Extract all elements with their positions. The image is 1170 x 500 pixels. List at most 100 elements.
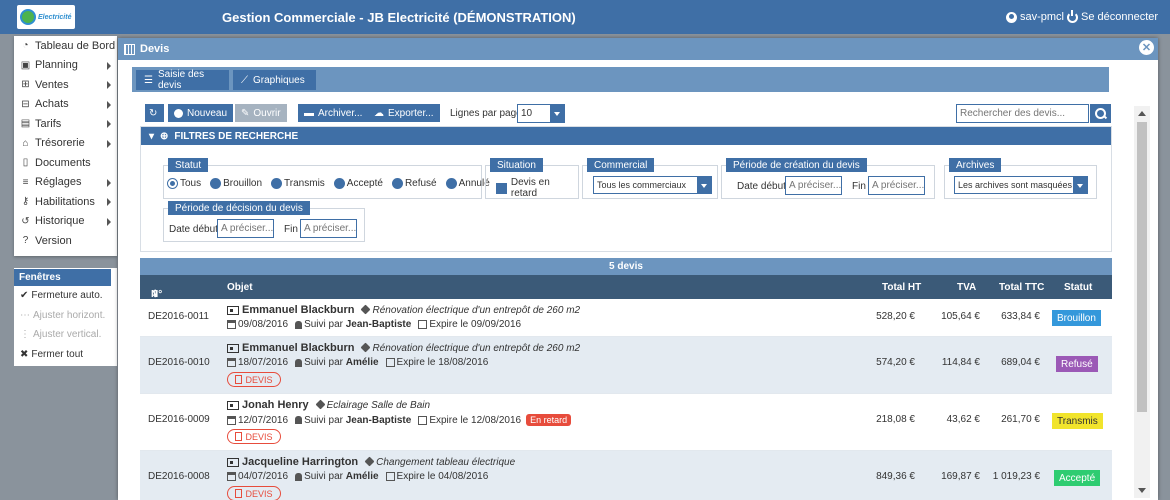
- refresh-icon: ↻: [149, 107, 158, 119]
- suivi-name: Amélie: [345, 471, 379, 482]
- radio-tous[interactable]: [167, 178, 178, 189]
- search-filters: ▾ ⊕ FILTRES DE RECHERCHE Statut Tous Bro…: [140, 126, 1112, 252]
- table-row[interactable]: DE2016-0010 Emmanuel Blackburn Rénovation…: [140, 337, 1112, 394]
- tab-saisie-des-devis[interactable]: ☰ Saisie des devis: [136, 69, 229, 91]
- search-button[interactable]: [1090, 104, 1111, 123]
- scroll-down-arrow-icon[interactable]: [1138, 488, 1146, 493]
- row-tva: 114,84 €: [941, 357, 980, 368]
- archiver-button[interactable]: ▬ Archiver...: [298, 104, 369, 122]
- sidebar-item-planning[interactable]: ▣ Planning: [14, 56, 117, 76]
- close-window-button[interactable]: ✕: [1139, 40, 1154, 55]
- scroll-thumb[interactable]: [1137, 122, 1147, 412]
- sidebar-item-tableau-de-bord[interactable]: ◔ Tableau de Bord: [14, 36, 117, 56]
- suivi-name: Jean-Baptiste: [345, 319, 412, 330]
- row-total-ht: 218,08 €: [876, 414, 915, 425]
- filter-situation: Situation Devis en retard: [485, 158, 579, 199]
- windows-tile-horizontal[interactable]: ⋯ Ajuster horizont.: [14, 306, 117, 326]
- filter-commercial: Commercial Tous les commerciaux: [582, 158, 718, 199]
- vertical-scrollbar[interactable]: [1134, 106, 1150, 498]
- sidebar-item-version[interactable]: ? Version: [14, 231, 117, 251]
- filters-header[interactable]: ▾ ⊕ FILTRES DE RECHERCHE: [141, 127, 1111, 145]
- line-chart-icon: ⟋: [241, 74, 248, 86]
- calendar-icon: [418, 415, 428, 425]
- window-title-bar[interactable]: Devis: [118, 38, 1158, 60]
- row-total-ttc: 1 019,23 €: [992, 471, 1040, 482]
- question-icon: ?: [22, 235, 29, 247]
- creation-end-input[interactable]: [868, 176, 925, 195]
- calendar-icon: [418, 320, 428, 329]
- ouvrir-button[interactable]: ✎ Ouvrir: [235, 104, 287, 122]
- suivi-label: Suivi par: [304, 319, 343, 330]
- radio-refuse[interactable]: [391, 178, 403, 189]
- creation-start-input[interactable]: [785, 176, 842, 195]
- radio-transmis[interactable]: [271, 178, 283, 189]
- refresh-button[interactable]: ↻: [145, 104, 164, 122]
- sidebar-item-documents[interactable]: ▯ Documents: [14, 153, 117, 173]
- decision-start-input[interactable]: [217, 219, 274, 238]
- windows-close-all[interactable]: ✖ Fermer tout: [14, 345, 117, 365]
- filters-title: FILTRES DE RECHERCHE: [174, 130, 299, 142]
- calendar-icon: [227, 472, 236, 481]
- suivi-label: Suivi par: [304, 471, 343, 482]
- sidebar-item-label: Ventes: [35, 78, 69, 91]
- sidebar-item-label: Documents: [35, 156, 91, 169]
- user-icon: [1006, 11, 1017, 23]
- windows-auto-close[interactable]: ✔ Fermeture auto.: [14, 286, 117, 306]
- nouveau-button[interactable]: Nouveau: [168, 104, 234, 122]
- table-row[interactable]: DE2016-0008 Jacqueline Harrington Changem…: [140, 451, 1112, 500]
- row-meta: 12/07/2016 Suivi par Jean-Baptiste Expire …: [227, 414, 572, 426]
- app-title: Gestion Commerciale - JB Electricité (DÉ…: [222, 10, 576, 25]
- commercial-select[interactable]: Tous les commerciaux: [593, 176, 712, 194]
- row-subject: Eclairage Salle de Bain: [315, 399, 430, 411]
- devis-pdf-button[interactable]: DEVIS: [227, 486, 281, 500]
- table-row[interactable]: DE2016-0009 Jonah Henry Eclairage Salle d…: [140, 394, 1112, 451]
- tag-icon: [364, 456, 375, 466]
- sidebar-item-label: Achats: [35, 98, 69, 111]
- devis-pdf-button[interactable]: DEVIS: [227, 429, 281, 444]
- sidebar-item-tresorerie[interactable]: ⌂ Trésorerie: [14, 134, 117, 154]
- logout-button[interactable]: Se déconnecter: [1067, 9, 1158, 23]
- windows-tile-vertical[interactable]: ⋮ Ajuster vertical.: [14, 325, 117, 345]
- app-logo[interactable]: Electricité: [17, 5, 75, 29]
- filter-creation-period: Période de création du devis Date début …: [721, 158, 935, 199]
- radio-brouillon[interactable]: [210, 178, 222, 189]
- lines-per-page-select[interactable]: 10: [517, 104, 565, 123]
- header-statut: Statut: [1064, 282, 1093, 293]
- row-expire: Expire le 09/09/2016: [429, 319, 522, 330]
- user-menu[interactable]: sav-pmcl: [1006, 11, 1064, 23]
- sidebar-item-tarifs[interactable]: ▤ Tarifs: [14, 114, 117, 134]
- id-card-icon: [227, 305, 239, 315]
- radio-annule[interactable]: [445, 178, 457, 189]
- chevron-right-icon: [107, 61, 111, 70]
- sidebar-item-historique[interactable]: ↺ Historique: [14, 212, 117, 232]
- sidebar-item-habilitations[interactable]: ⚷ Habilitations: [14, 192, 117, 212]
- commercial-value: Tous les commerciaux: [597, 180, 687, 190]
- chevron-right-icon: [107, 198, 111, 206]
- late-quotes-checkbox[interactable]: Devis en retard: [496, 177, 578, 199]
- client-name: Emmanuel Blackburn: [242, 304, 355, 316]
- search-input[interactable]: [956, 104, 1089, 123]
- row-client: Jonah Henry Eclairage Salle de Bain: [227, 399, 430, 411]
- exporter-button[interactable]: ☁ Exporter...: [368, 104, 440, 122]
- windows-item-label: Ajuster horizont.: [33, 309, 106, 321]
- pdf-icon: [235, 375, 243, 384]
- decision-end-label: Fin: [284, 224, 298, 235]
- scroll-up-arrow-icon[interactable]: [1138, 111, 1146, 116]
- row-date: 12/07/2016: [238, 414, 289, 426]
- decision-end-input[interactable]: [300, 219, 357, 238]
- filter-statut: Statut Tous Brouillon Transmis Accepté R…: [163, 158, 490, 199]
- devis-label: DEVIS: [245, 431, 273, 442]
- chevron-right-icon: [107, 81, 111, 89]
- sidebar-item-ventes[interactable]: ⊞ Ventes: [14, 75, 117, 95]
- archives-select[interactable]: Les archives sont masquées: [954, 176, 1088, 194]
- user-icon: [295, 416, 303, 424]
- suivi-name: Amélie: [345, 357, 379, 368]
- devis-pdf-button[interactable]: DEVIS: [227, 372, 281, 387]
- radio-accepte[interactable]: [333, 178, 345, 189]
- sidebar-item-achats[interactable]: ⊟ Achats: [14, 95, 117, 115]
- table-row[interactable]: DE2016-0011 Emmanuel Blackburn Rénovation…: [140, 299, 1112, 337]
- logo-icon: [20, 9, 36, 25]
- tab-graphiques[interactable]: ⟋ Graphiques: [233, 70, 316, 90]
- sidebar-item-reglages[interactable]: ≡ Réglages: [14, 173, 117, 193]
- filter-decision-title: Période de décision du devis: [168, 201, 310, 215]
